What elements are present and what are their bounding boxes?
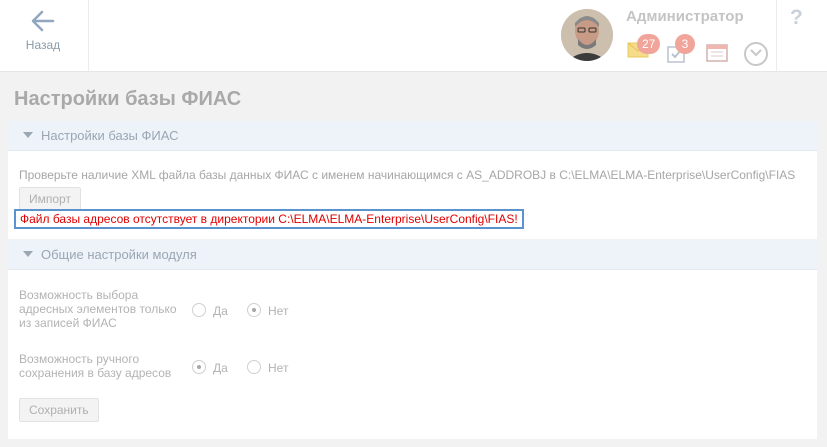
import-button[interactable]: Импорт (19, 187, 81, 211)
avatar[interactable] (561, 9, 613, 61)
manual-save-label: Возможность ручного сохранения в базу ад… (19, 352, 172, 380)
help-icon[interactable]: ? (790, 6, 803, 30)
fias-description: Проверьте наличие XML файла базы данных … (19, 168, 796, 182)
back-arrow-icon (31, 10, 55, 32)
back-button[interactable]: Назад (0, 0, 89, 71)
manual-save-yes-label[interactable]: Да (213, 361, 228, 375)
user-name[interactable]: Администратор (626, 8, 744, 25)
module-settings-header[interactable]: Общие настройки модуля (8, 240, 817, 270)
manual-save-no-radio[interactable] (247, 360, 261, 374)
user-photo-icon (561, 9, 613, 61)
header-divider (776, 0, 777, 71)
module-settings-panel: Общие настройки модуля Возможность выбор… (8, 240, 817, 439)
fias-only-no-radio[interactable] (247, 303, 261, 317)
fias-settings-panel: Настройки базы ФИАС Проверьте наличие XM… (8, 121, 817, 239)
fias-only-yes-label[interactable]: Да (213, 304, 228, 318)
chevron-down-icon (750, 49, 762, 57)
collapse-triangle-icon (23, 251, 33, 257)
mail-count-badge: 27 (637, 34, 661, 54)
fias-only-yes-radio[interactable] (192, 303, 206, 317)
fias-settings-header[interactable]: Настройки базы ФИАС (8, 121, 817, 151)
calendar-icon[interactable] (706, 42, 728, 62)
back-label: Назад (25, 38, 61, 52)
user-menu-toggle[interactable] (744, 42, 768, 66)
module-settings-title: Общие настройки модуля (41, 247, 197, 262)
collapse-triangle-icon (23, 132, 33, 138)
tasks-count-badge: 3 (675, 34, 695, 54)
fias-only-label: Возможность выбора адресных элементов то… (19, 288, 177, 330)
manual-save-no-label[interactable]: Нет (268, 361, 288, 375)
top-bar: Назад Администратор 27 3 ? (0, 0, 827, 72)
page-title: Настройки базы ФИАС (14, 88, 242, 110)
save-button[interactable]: Сохранить (19, 398, 99, 422)
fias-settings-title: Настройки базы ФИАС (41, 128, 179, 143)
manual-save-yes-radio[interactable] (192, 360, 206, 374)
fias-only-no-label[interactable]: Нет (268, 304, 288, 318)
error-message: Файл базы адресов отсутствует в директор… (14, 209, 524, 229)
